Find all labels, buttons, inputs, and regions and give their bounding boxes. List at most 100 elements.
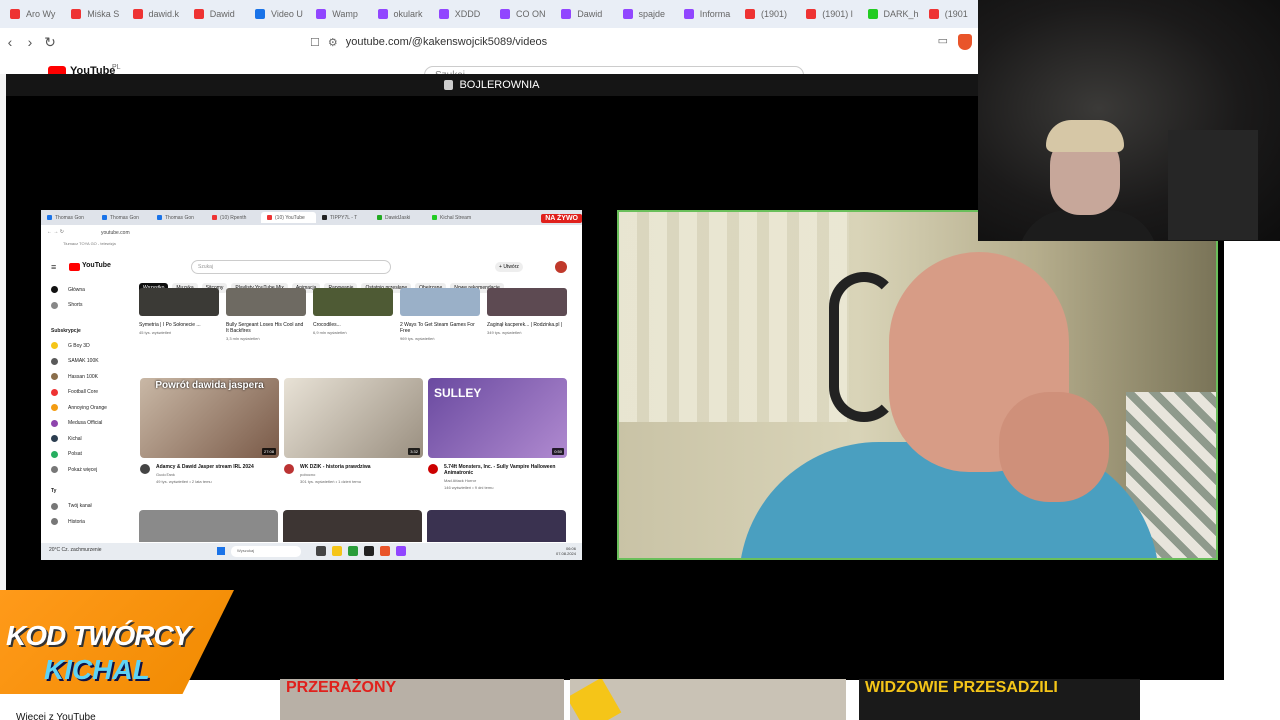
tab-favicon-icon [102,215,107,220]
inner-tab-label: Thomas Gon [165,214,194,221]
subscription-item: Football Core [41,385,136,401]
tab-favicon-icon [377,215,382,220]
brave-shield-icon[interactable] [958,34,972,50]
tab-label: Wamp [332,9,358,19]
thumbnail-text: Powrót dawida jaspera [155,380,264,391]
tab-favicon-icon [255,9,265,19]
reload-icon[interactable]: ↻ [40,34,60,51]
channel-avatar [428,464,438,474]
browser-tab[interactable]: okulark [368,3,429,25]
clock-date: 07.08.2024 [555,551,576,556]
browser-tab-bar: Aro Wy Miśka S dawid.k Dawid Video U Wamp okul… [0,0,980,28]
inner-tab-label: Kichal Stream [440,214,472,221]
video-title: WK DZIK - historia prawdziwa [300,464,371,470]
inner-taskbar: 20°C Cz. zachmurzenie Wyszukaj 06:06 07.… [41,543,582,560]
video-thumbnail [226,288,306,316]
browser-tab[interactable]: (1901) [735,3,796,25]
url-field[interactable]: youtube.com/@kakenswojcik5089/videos [346,36,547,48]
page-right-edge [1224,241,1280,720]
video-stats: 301 tys. wyświetleń • 1 dzień temu [300,479,361,484]
screen: Aro Wy Miśka S dawid.k Dawid Video U Wamp okul… [0,0,1280,720]
video-title: 2 Ways To Get Steam Games For Free [400,322,475,334]
browser-tab[interactable]: XDDD [429,3,490,25]
tab-label: CO ON [516,9,546,19]
youtube-logo-text: YouTube [70,65,116,74]
twitch-icon [396,546,406,556]
subscription-item-icon [51,435,58,443]
browser-tab[interactable]: Dawid [184,3,245,25]
browser-tab[interactable]: Informa [674,3,735,25]
browser-tab[interactable]: Dawid [551,3,612,25]
subscription-item-label: G Boy 3D [68,342,90,349]
inner-tab: (10) YouTube [261,212,316,223]
video-card: Bully Sergeant Loses His Cool and It Bac… [226,288,306,348]
tab-favicon-icon [10,9,20,19]
browser-tab[interactable]: CO ON [490,3,551,25]
video-stats: 45 tys. wyświetleń [139,330,172,335]
inner-tab-label: TIPPY7L - T [330,214,358,221]
browser-tab[interactable]: Video U [245,3,306,25]
bookmark-icon[interactable]: ☐ [310,36,320,49]
inner-tab-label: (10) YouTube [275,214,305,221]
browser-tab[interactable]: spajde [613,3,674,25]
browser-tab[interactable]: DARK_h [858,3,919,25]
subscription-item-label: Annoying Orange [68,404,107,411]
inner-top-row: Symetria | I Po Sołonecie ... 45 tys. wyś… [139,288,569,360]
video-meta: Adamcy & Dawid Jasper stream IRL 2024 Guc… [140,464,279,484]
back-icon[interactable]: ‹ [0,34,20,50]
you-item-label: Twój kanał [68,503,92,510]
you-item: Historia [41,514,136,530]
video-stats: 969 tys. wyświetleń [400,336,435,341]
stream-title-bar: BOJLEROWNIA [6,74,978,96]
tab-favicon-icon [212,215,217,220]
curtain [619,212,849,422]
video-thumbnail [400,288,480,316]
channel-avatar [140,464,150,474]
youtube-search-input[interactable]: Szukaj [424,66,804,74]
subscription-item-icon [51,404,58,412]
subscription-item-icon [51,388,58,396]
forward-icon[interactable]: › [20,34,40,50]
tab-favicon-icon [806,9,817,19]
tab-favicon-icon [500,9,510,19]
subscription-item-label: Polsat [68,451,82,458]
video-card: SULLEY 0:50 5.74ft Monsters, Inc. - Sully … [428,378,567,498]
youtube-logo-icon[interactable] [48,66,66,74]
tab-label: okulark [393,9,423,19]
stream-title: BOJLEROWNIA [459,79,540,91]
tab-favicon-icon [267,215,272,220]
subscription-item: SAMAK 100K [41,354,136,370]
video-card: Powrót dawida jaspera 27:08 Adamcy & Dawid… [140,378,279,498]
recommended-thumbnail[interactable]: WIDZOWIE PRZESADZILI [859,679,1140,720]
browser-tab[interactable]: dawid.k [123,3,184,25]
video-info: WK DZIK - historia prawdziwa pobocno 301 t… [300,464,371,484]
subscription-item: Annoying Orange [41,400,136,416]
inner-tab: Thomas Gon [41,212,96,223]
sidebar-item-label: Shorts [68,302,83,309]
sidebar-item: Shorts [41,298,136,314]
video-meta: 5.74ft Monsters, Inc. - Sully Vampire Ha… [428,464,567,490]
tab-favicon-icon [438,9,449,19]
video-thumbnail: Powrót dawida jaspera 27:08 [140,378,279,458]
tab-label: dawid.k [148,9,180,19]
inner-create-button: + Utwórz [495,262,523,272]
recommended-thumbnail[interactable]: PRZERAŻONY [280,679,564,720]
subscription-item-label: Medusa Official [68,420,103,427]
browser-tab[interactable]: Aro Wy [0,3,61,25]
sidebar-item-icon [51,301,58,309]
video-info: Adamcy & Dawid Jasper stream IRL 2024 Guc… [156,464,254,484]
cast-icon[interactable]: ▭ [938,34,948,50]
browser-tab[interactable]: Miśka S [61,3,122,25]
sidebar-item: Główna [41,282,136,298]
recommended-thumbnail[interactable] [570,679,846,720]
browser-tab[interactable]: (1901 [919,3,980,25]
taskbar-app-icon [316,546,326,556]
guest-webcam [617,210,1218,560]
tab-favicon-icon [316,9,327,19]
site-settings-icon[interactable]: ⚙ [328,36,338,49]
you-item-icon [51,518,58,526]
browser-tab[interactable]: (1901) l [796,3,857,25]
tab-label: spajde [638,9,666,19]
create-label: Utwórz [503,264,519,270]
browser-tab[interactable]: Wamp [306,3,367,25]
